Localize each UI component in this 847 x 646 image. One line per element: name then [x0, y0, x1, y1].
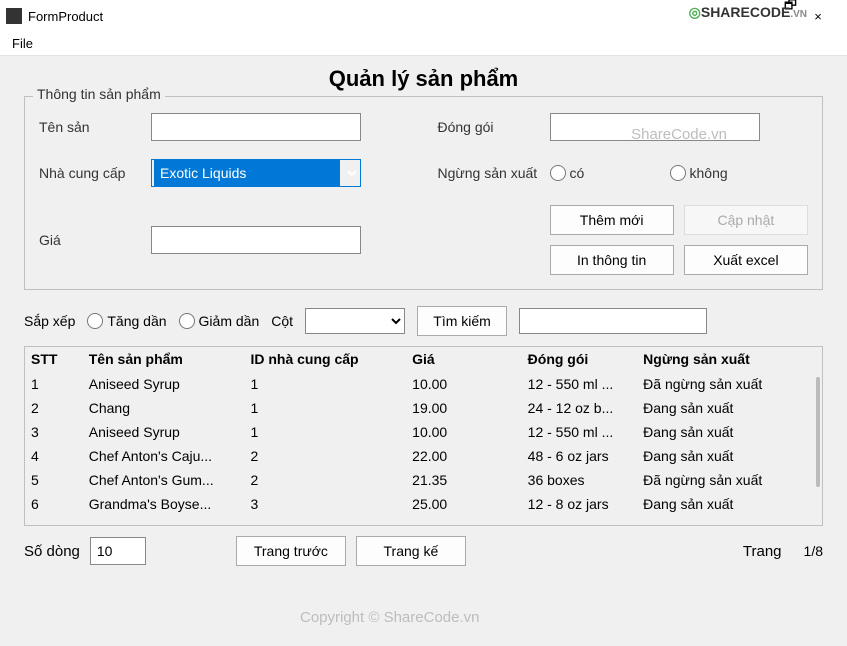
cell-ngung: Đã ngừng sản xuất: [637, 468, 822, 492]
rows-input[interactable]: [90, 537, 146, 565]
cell-ngung: Đang sản xuất: [637, 396, 822, 420]
table-row[interactable]: 5Chef Anton's Gum...221.3536 boxesĐã ngừ…: [25, 468, 822, 492]
table-row[interactable]: 4Chef Anton's Caju...222.0048 - 6 oz jar…: [25, 444, 822, 468]
table-scrollbar[interactable]: [816, 377, 820, 487]
label-gia: Giá: [39, 232, 143, 248]
radio-khong[interactable]: [670, 165, 686, 181]
cell-dong_goi: 12 - 550 ml ...: [522, 420, 638, 444]
btn-next-page[interactable]: Trang kế: [356, 536, 466, 566]
sort-label: Sắp xếp: [24, 313, 75, 329]
page-label: Trang: [743, 543, 782, 560]
input-dong-goi[interactable]: [550, 113, 760, 141]
cell-ngung: Đang sản xuất: [637, 492, 822, 516]
radio-desc-label: Giảm dần: [199, 313, 260, 329]
cell-ten: Chang: [83, 396, 245, 420]
label-dong-goi: Đóng gói: [438, 119, 542, 135]
cell-ngung: Đang sản xuất: [637, 420, 822, 444]
cell-stt: 3: [25, 420, 83, 444]
btn-prev-page[interactable]: Trang trước: [236, 536, 346, 566]
menubar: File: [0, 32, 847, 56]
table-row[interactable]: 3Aniseed Syrup110.0012 - 550 ml ...Đang …: [25, 420, 822, 444]
radio-khong-wrap[interactable]: không: [670, 165, 774, 181]
th-ngung[interactable]: Ngừng sản xuất: [637, 347, 822, 372]
input-search[interactable]: [519, 308, 707, 334]
radio-desc[interactable]: [179, 313, 195, 329]
cell-gia: 10.00: [406, 420, 522, 444]
col-label: Cột: [271, 313, 293, 329]
label-ten-san: Tên sản: [39, 119, 143, 135]
product-info-group: Thông tin sản phẩm Tên sản Đóng gói Nhà …: [24, 96, 823, 290]
radio-asc-label: Tăng dần: [107, 313, 166, 329]
cell-id: 1: [244, 372, 406, 397]
rows-label: Số dòng: [24, 543, 80, 560]
cell-ngung: Đã ngừng sản xuất: [637, 372, 822, 397]
input-gia[interactable]: [151, 226, 361, 254]
select-nha-cung-cap[interactable]: Exotic Liquids: [151, 159, 361, 187]
cell-stt: 2: [25, 396, 83, 420]
cell-stt: 1: [25, 372, 83, 397]
cell-dong_goi: 12 - 550 ml ...: [522, 372, 638, 397]
cell-gia: 21.35: [406, 468, 522, 492]
input-ten-san[interactable]: [151, 113, 361, 141]
cell-dong_goi: 24 - 12 oz b...: [522, 396, 638, 420]
page-value: 1/8: [804, 543, 823, 559]
table-row[interactable]: 6Grandma's Boyse...325.0012 - 8 oz jarsĐ…: [25, 492, 822, 516]
th-dong-goi[interactable]: Đóng gói: [522, 347, 638, 372]
cell-dong_goi: 36 boxes: [522, 468, 638, 492]
cell-ngung: Đang sản xuất: [637, 444, 822, 468]
cell-ten: Chef Anton's Gum...: [83, 468, 245, 492]
window-title: FormProduct: [28, 9, 103, 24]
cell-ten: Aniseed Syrup: [83, 372, 245, 397]
titlebar: FormProduct 🗗 ◎SHARECODE.VN ×: [0, 0, 847, 32]
btn-them-moi[interactable]: Thêm mới: [550, 205, 674, 235]
cell-gia: 10.00: [406, 372, 522, 397]
cell-gia: 19.00: [406, 396, 522, 420]
cell-gia: 22.00: [406, 444, 522, 468]
menu-file[interactable]: File: [6, 34, 39, 53]
cell-stt: 4: [25, 444, 83, 468]
label-ngung-san-xuat: Ngừng sản xuất: [438, 165, 542, 181]
radio-khong-label: không: [690, 165, 728, 181]
watermark-bottom: Copyright © ShareCode.vn: [300, 609, 479, 626]
radio-co-wrap[interactable]: có: [550, 165, 654, 181]
btn-cap-nhat: Cập nhật: [684, 205, 808, 235]
select-col[interactable]: [305, 308, 405, 334]
th-gia[interactable]: Giá: [406, 347, 522, 372]
btn-tim-kiem[interactable]: Tìm kiếm: [417, 306, 507, 336]
btn-in-thong-tin[interactable]: In thông tin: [550, 245, 674, 275]
cell-ten: Chef Anton's Caju...: [83, 444, 245, 468]
sharecode-logo: ◎SHARECODE.VN: [689, 4, 807, 21]
cell-dong_goi: 48 - 6 oz jars: [522, 444, 638, 468]
app-icon: [6, 8, 22, 24]
th-ten[interactable]: Tên sản phẩm: [83, 347, 245, 372]
cell-gia: 25.00: [406, 492, 522, 516]
radio-co[interactable]: [550, 165, 566, 181]
cell-id: 1: [244, 396, 406, 420]
cell-dong_goi: 12 - 8 oz jars: [522, 492, 638, 516]
btn-xuat-excel[interactable]: Xuất excel: [684, 245, 808, 275]
cell-id: 1: [244, 420, 406, 444]
cell-id: 2: [244, 444, 406, 468]
cell-ten: Aniseed Syrup: [83, 420, 245, 444]
cell-stt: 5: [25, 468, 83, 492]
pager: Số dòng Trang trước Trang kế Trang 1/8: [24, 526, 823, 566]
product-table: STT Tên sản phẩm ID nhà cung cấp Giá Đón…: [24, 346, 823, 526]
th-stt[interactable]: STT: [25, 347, 83, 372]
table-row[interactable]: 1Aniseed Syrup110.0012 - 550 ml ...Đã ng…: [25, 372, 822, 397]
table-row[interactable]: 2Chang119.0024 - 12 oz b...Đang sản xuất: [25, 396, 822, 420]
group-legend: Thông tin sản phẩm: [33, 86, 165, 102]
cell-id: 3: [244, 492, 406, 516]
cell-ten: Grandma's Boyse...: [83, 492, 245, 516]
radio-co-label: có: [570, 165, 585, 181]
radio-asc-wrap[interactable]: Tăng dần: [87, 313, 166, 329]
cell-id: 2: [244, 468, 406, 492]
radio-desc-wrap[interactable]: Giảm dần: [179, 313, 260, 329]
sort-row: Sắp xếp Tăng dần Giảm dần Cột Tìm kiếm: [24, 302, 823, 346]
radio-asc[interactable]: [87, 313, 103, 329]
cell-stt: 6: [25, 492, 83, 516]
th-id[interactable]: ID nhà cung cấp: [244, 347, 406, 372]
table-header-row: STT Tên sản phẩm ID nhà cung cấp Giá Đón…: [25, 347, 822, 372]
label-nha-cung-cap: Nhà cung cấp: [39, 165, 143, 181]
